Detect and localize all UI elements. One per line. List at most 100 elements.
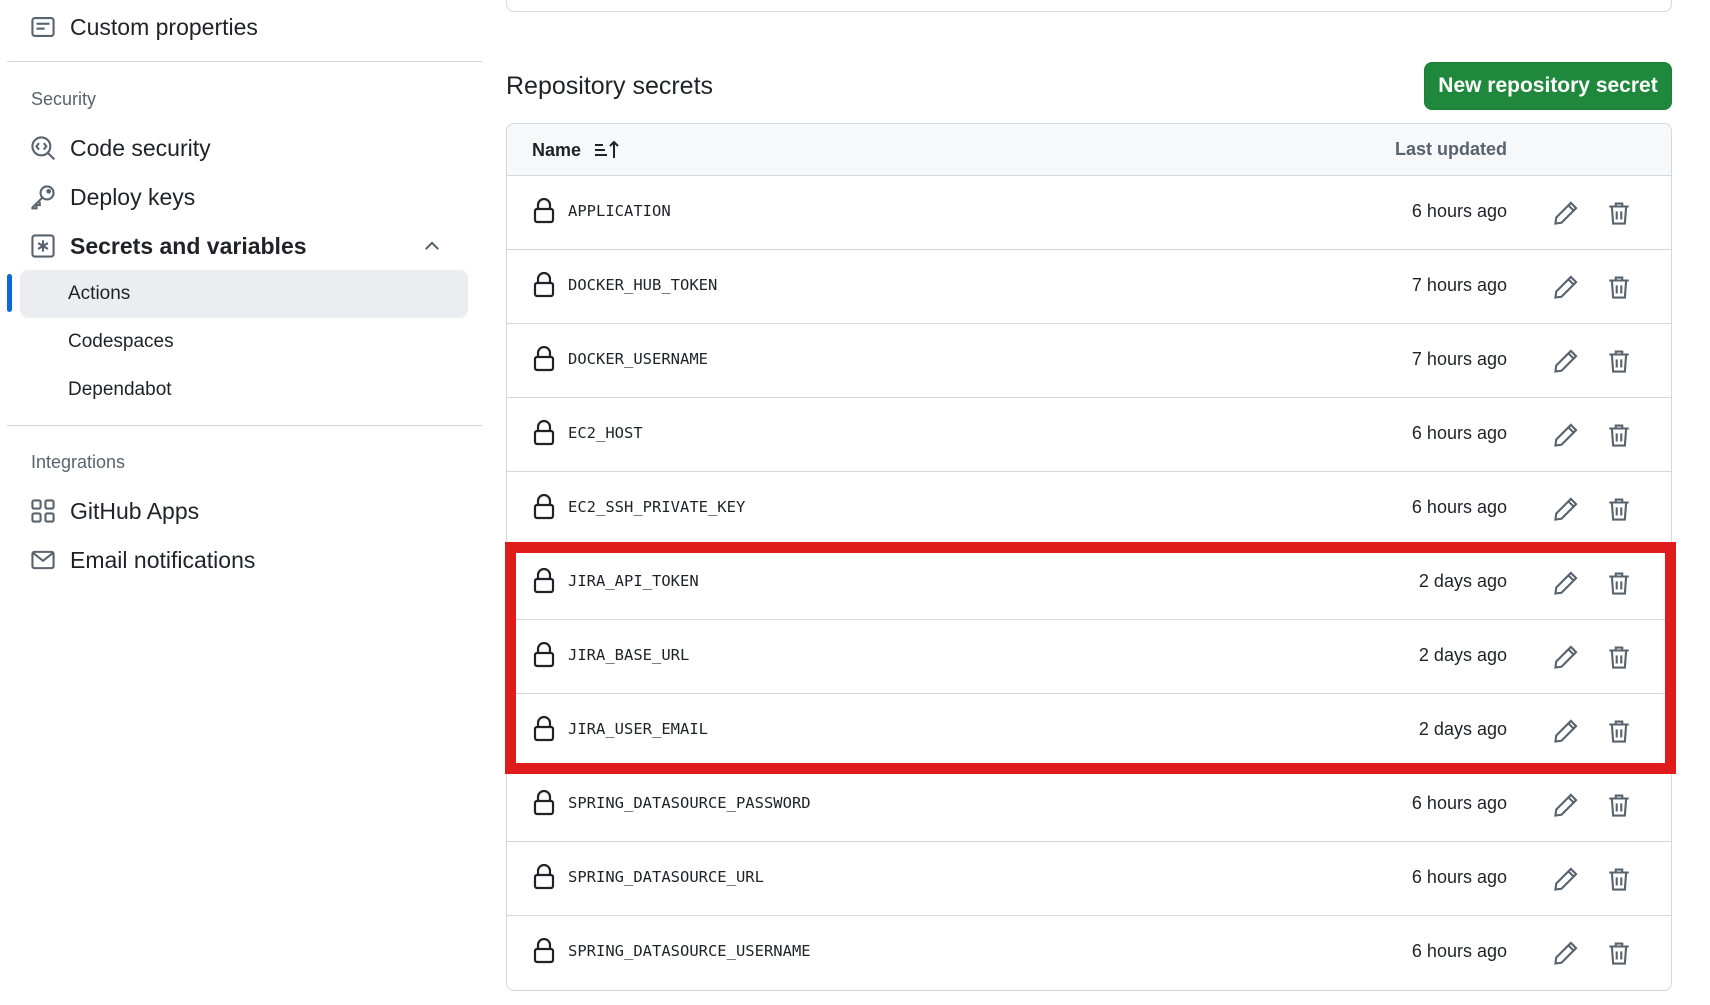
sidebar-divider: [7, 61, 482, 62]
sidebar-item-codespaces[interactable]: Codespaces: [20, 318, 468, 366]
pencil-icon[interactable]: [1553, 348, 1579, 374]
new-repository-secret-button[interactable]: New repository secret: [1424, 62, 1672, 110]
sidebar-item-label: Dependabot: [68, 379, 172, 400]
lock-icon: [533, 642, 555, 668]
sidebar-item-deploy-keys[interactable]: Deploy keys: [20, 173, 468, 221]
previous-section-box: [506, 0, 1672, 12]
sidebar-item-label: Secrets and variables: [70, 232, 307, 259]
section-title: Repository secrets: [506, 72, 714, 100]
sidebar-item-label: GitHub Apps: [70, 497, 200, 524]
trash-icon[interactable]: [1606, 348, 1632, 374]
settings-sidebar: Custom properties Security Code security…: [0, 0, 490, 1005]
integrations-heading: Integrations: [31, 452, 126, 472]
column-last-updated-header: Last updated: [1394, 139, 1507, 159]
secret-name: DOCKER_HUB_TOKEN: [568, 276, 718, 294]
column-name-header: Name: [532, 139, 582, 160]
pencil-icon[interactable]: [1553, 940, 1579, 966]
secret-name: SPRING_DATASOURCE_PASSWORD: [568, 794, 811, 812]
secret-name: DOCKER_USERNAME: [568, 350, 708, 368]
sidebar-item-custom-properties[interactable]: Custom properties: [20, 3, 468, 51]
secret-last-updated: 7 hours ago: [1411, 275, 1507, 295]
lock-icon: [533, 716, 555, 742]
table-row: EC2_HOST 6 hours ago: [507, 398, 1671, 472]
lock-icon: [533, 346, 555, 372]
secret-name: SPRING_DATASOURCE_USERNAME: [568, 942, 811, 960]
trash-icon[interactable]: [1606, 644, 1632, 670]
secret-last-updated: 6 hours ago: [1411, 941, 1507, 961]
secret-name: EC2_SSH_PRIVATE_KEY: [568, 498, 746, 516]
lock-icon: [533, 494, 555, 520]
trash-icon[interactable]: [1606, 792, 1632, 818]
lock-icon: [533, 864, 555, 890]
apps-icon: [30, 498, 56, 524]
trash-icon[interactable]: [1606, 200, 1632, 226]
pencil-icon[interactable]: [1553, 200, 1579, 226]
sidebar-item-code-security[interactable]: Code security: [20, 124, 468, 172]
secret-last-updated: 6 hours ago: [1411, 201, 1507, 221]
page: Custom properties Security Code security…: [0, 0, 1710, 1005]
security-heading: Security: [31, 89, 97, 109]
secret-last-updated: 6 hours ago: [1411, 497, 1507, 517]
table-row: APPLICATION 6 hours ago: [507, 176, 1671, 250]
table-row: JIRA_USER_EMAIL 2 days ago: [507, 694, 1671, 768]
lock-icon: [533, 198, 555, 224]
codescan-icon: [30, 135, 56, 161]
lock-icon: [533, 568, 555, 594]
secret-last-updated: 2 days ago: [1418, 645, 1507, 665]
secret-last-updated: 2 days ago: [1418, 719, 1507, 739]
sidebar-item-secrets-and-variables[interactable]: Secrets and variables: [20, 222, 468, 270]
secret-name: SPRING_DATASOURCE_URL: [568, 868, 764, 886]
table-header: Name Last updated: [507, 124, 1671, 176]
key-icon: [30, 184, 56, 210]
secret-last-updated: 6 hours ago: [1411, 867, 1507, 887]
sidebar-item-actions[interactable]: Actions: [20, 270, 468, 318]
sidebar-item-label: Email notifications: [70, 546, 256, 573]
key-asterisk-icon: [30, 233, 56, 259]
sort-by-name-button[interactable]: Name: [532, 124, 621, 176]
trash-icon[interactable]: [1606, 866, 1632, 892]
trash-icon[interactable]: [1606, 496, 1632, 522]
sidebar-divider: [7, 425, 482, 426]
sidebar-item-label: Code security: [70, 134, 211, 161]
trash-icon[interactable]: [1606, 570, 1632, 596]
secret-name: APPLICATION: [568, 202, 671, 220]
lock-icon: [533, 938, 555, 964]
table-row: SPRING_DATASOURCE_URL 6 hours ago: [507, 842, 1671, 916]
table-row: JIRA_API_TOKEN 2 days ago: [507, 546, 1671, 620]
table-row: DOCKER_HUB_TOKEN 7 hours ago: [507, 250, 1671, 324]
pencil-icon[interactable]: [1553, 570, 1579, 596]
table-row: SPRING_DATASOURCE_PASSWORD 6 hours ago: [507, 768, 1671, 842]
sidebar-item-github-apps[interactable]: GitHub Apps: [20, 487, 468, 535]
trash-icon[interactable]: [1606, 718, 1632, 744]
secret-last-updated: 6 hours ago: [1411, 423, 1507, 443]
pencil-icon[interactable]: [1553, 866, 1579, 892]
table-row: DOCKER_USERNAME 7 hours ago: [507, 324, 1671, 398]
sidebar-item-label: Deploy keys: [70, 183, 196, 210]
secret-last-updated: 6 hours ago: [1411, 793, 1507, 813]
table-row: SPRING_DATASOURCE_USERNAME 6 hours ago: [507, 916, 1671, 990]
trash-icon[interactable]: [1606, 274, 1632, 300]
mail-icon: [30, 547, 56, 573]
lock-icon: [533, 420, 555, 446]
pencil-icon[interactable]: [1553, 496, 1579, 522]
secret-last-updated: 7 hours ago: [1411, 349, 1507, 369]
pencil-icon[interactable]: [1553, 644, 1579, 670]
table-row: JIRA_BASE_URL 2 days ago: [507, 620, 1671, 694]
sidebar-item-label: Custom properties: [70, 13, 258, 40]
secret-name: EC2_HOST: [568, 424, 643, 442]
pencil-icon[interactable]: [1553, 422, 1579, 448]
chevron-up-icon[interactable]: [422, 236, 442, 256]
secret-name: JIRA_API_TOKEN: [568, 572, 699, 590]
pencil-icon[interactable]: [1553, 274, 1579, 300]
secret-last-updated: 2 days ago: [1418, 571, 1507, 591]
lock-icon: [533, 272, 555, 298]
trash-icon[interactable]: [1606, 940, 1632, 966]
sidebar-item-dependabot[interactable]: Dependabot: [20, 366, 468, 414]
sidebar-item-label: Actions: [68, 283, 131, 304]
active-indicator: [7, 274, 12, 312]
pencil-icon[interactable]: [1553, 718, 1579, 744]
trash-icon[interactable]: [1606, 422, 1632, 448]
pencil-icon[interactable]: [1553, 792, 1579, 818]
sidebar-item-email-notifications[interactable]: Email notifications: [20, 536, 468, 584]
lock-icon: [533, 790, 555, 816]
